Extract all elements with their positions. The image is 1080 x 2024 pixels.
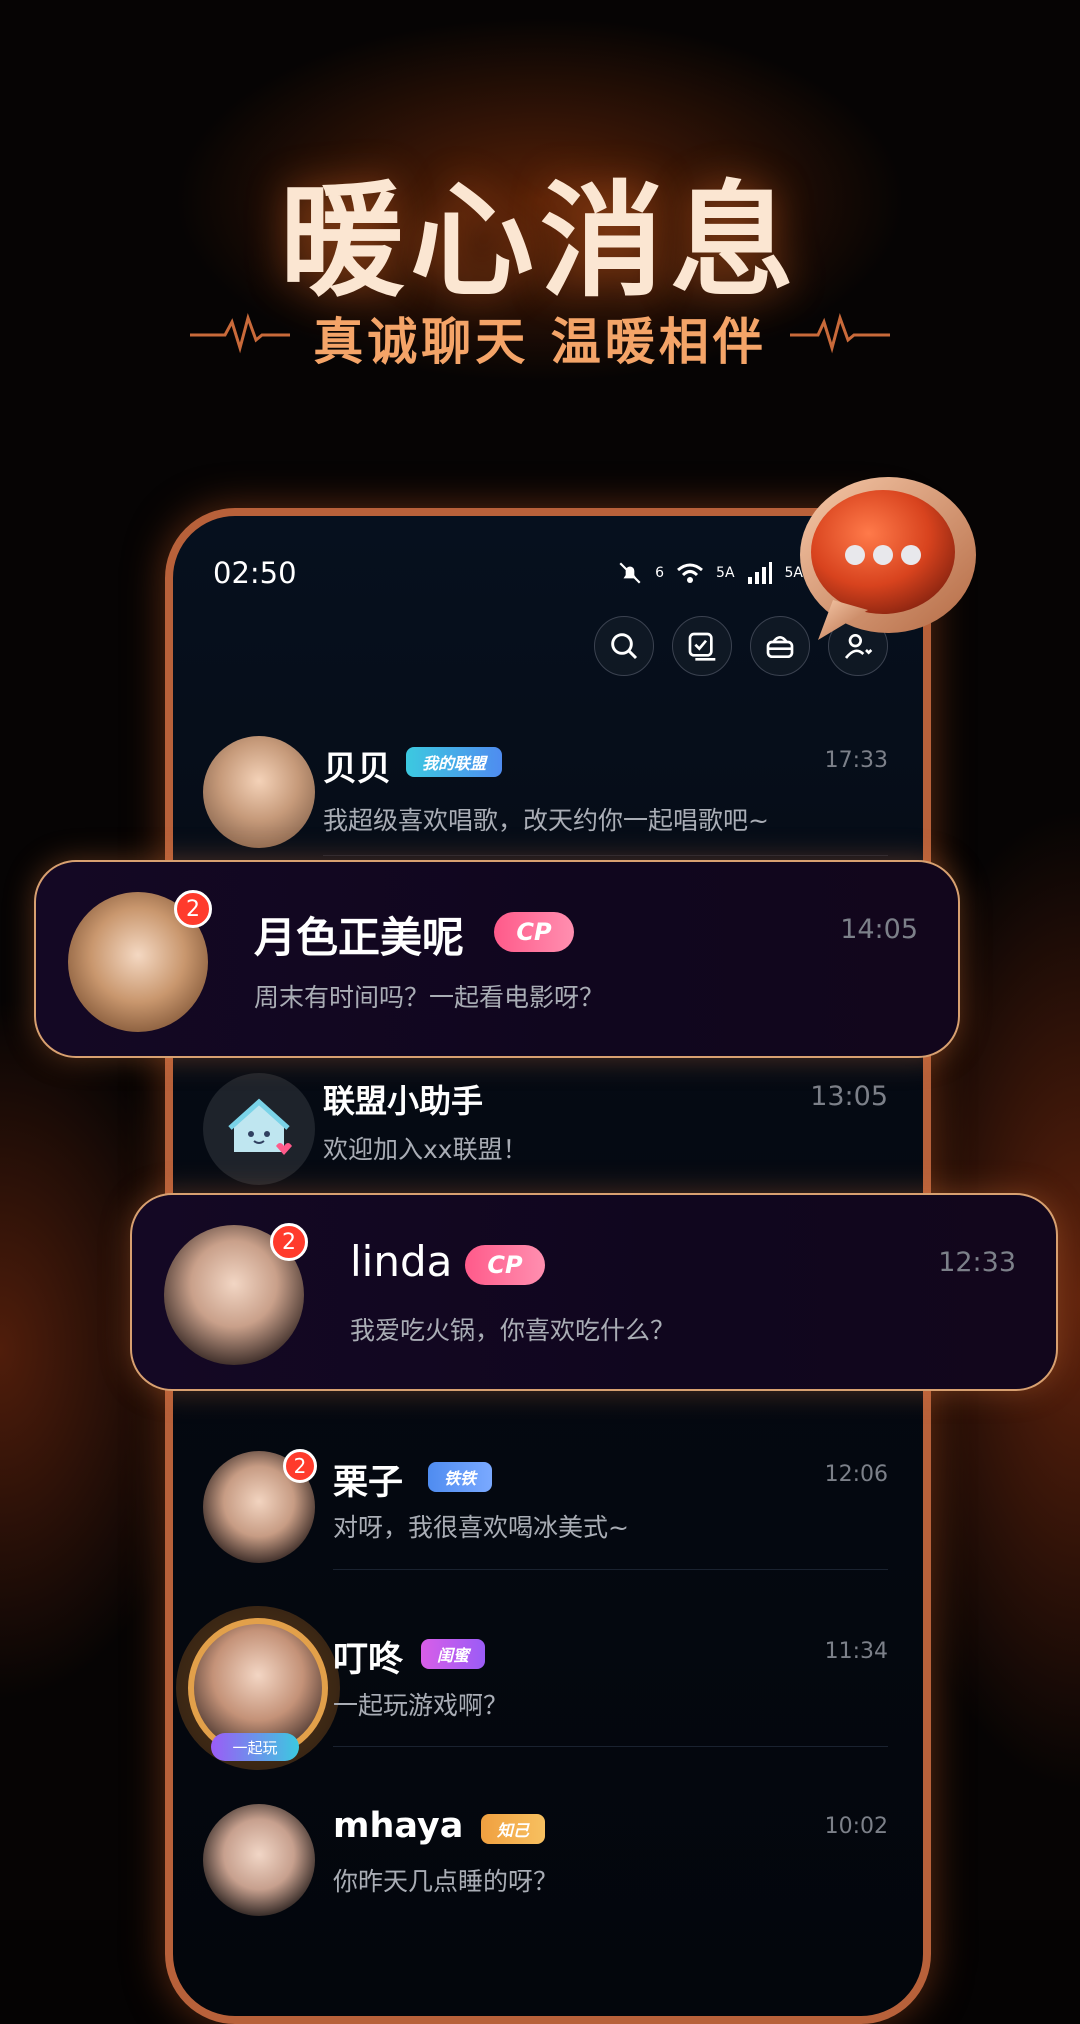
chat-name: 月色正美呢 — [254, 913, 465, 962]
mute-bell-icon — [619, 562, 641, 584]
checklist-icon — [688, 632, 716, 661]
chat-card-highlighted[interactable]: 2 月色正美呢 CP 14:05 周末有时间吗？一起看电影呀？ — [34, 860, 960, 1058]
chat-row[interactable]: 贝贝 我的联盟 17:33 我超级喜欢唱歌，改天约你一起唱歌吧~ — [173, 706, 923, 876]
divider — [333, 1569, 888, 1570]
chat-name: mhaya — [333, 1806, 464, 1846]
assistant-house-icon — [228, 1098, 292, 1155]
chat-name: 栗子 — [333, 1463, 404, 1503]
chat-message: 对呀，我很喜欢喝冰美式~ — [333, 1513, 629, 1542]
divider — [333, 1746, 888, 1747]
chat-message: 我爱吃火锅，你喜欢吃什么？ — [350, 1316, 676, 1345]
cp-tag: CP — [494, 912, 574, 952]
mark-read-button[interactable] — [672, 616, 732, 676]
chat-row[interactable]: 2 栗子 铁铁 12:06 对呀，我很喜欢喝冰美式~ — [173, 1421, 923, 1591]
network-label-2: 5A — [716, 565, 735, 581]
chat-message: 一起玩游戏啊？ — [333, 1691, 509, 1720]
chat-name: 联盟小助手 — [323, 1082, 484, 1120]
search-icon — [611, 633, 638, 660]
chat-name: linda — [350, 1237, 453, 1286]
chat-name: 贝贝 — [323, 749, 391, 789]
search-button[interactable] — [594, 616, 654, 676]
avatar — [203, 1073, 315, 1185]
chat-row[interactable]: mhaya 知己 10:02 你昨天几点睡的呀？ — [173, 1774, 923, 1944]
chat-row[interactable]: 联盟小助手 13:05 欢迎加入xx联盟！ — [173, 1043, 923, 1213]
chat-card-highlighted[interactable]: 2 linda CP 12:33 我爱吃火锅，你喜欢吃什么？ — [130, 1193, 1058, 1391]
headline: 暖心消息 — [279, 170, 800, 314]
subheadline: 真诚聊天 温暖相伴 — [313, 313, 767, 371]
chat-time: 14:05 — [840, 914, 918, 945]
unread-badge: 2 — [283, 1449, 317, 1483]
chat-bubble-icon — [800, 477, 976, 640]
chat-time: 11:34 — [824, 1639, 888, 1664]
unread-badge: 2 — [174, 890, 212, 928]
status-time: 02:50 — [213, 556, 297, 590]
chat-message: 周末有时间吗？一起看电影呀？ — [254, 983, 605, 1012]
chat-time: 13:05 — [810, 1081, 888, 1112]
cp-tag: CP — [465, 1245, 545, 1285]
divider — [323, 855, 888, 856]
avatar — [203, 1804, 315, 1916]
chat-time: 17:33 — [824, 748, 888, 773]
chat-row[interactable]: 一起玩 叮咚 闺蜜 11:34 一起玩游戏啊？ — [173, 1593, 923, 1770]
status-icons: 6 5A 5A — [617, 560, 803, 586]
network-label-1: 6 — [655, 565, 665, 581]
chat-message: 你昨天几点睡的呀？ — [333, 1867, 559, 1896]
unread-badge: 2 — [270, 1223, 308, 1261]
chat-name: 叮咚 — [333, 1640, 404, 1680]
chat-message: 我超级喜欢唱歌，改天约你一起唱歌吧~ — [323, 806, 769, 835]
waveform-right-icon — [790, 313, 890, 354]
avatar-status-label: 一起玩 — [211, 1733, 299, 1761]
chat-message: 欢迎加入xx联盟！ — [323, 1135, 528, 1164]
chat-time: 12:33 — [938, 1247, 1016, 1278]
relation-tag: 知己 — [481, 1814, 545, 1844]
wifi-icon — [677, 563, 703, 583]
avatar — [203, 736, 315, 848]
chat-time: 10:02 — [824, 1814, 888, 1839]
signal-icon — [747, 562, 772, 584]
relation-tag: 闺蜜 — [421, 1639, 485, 1669]
relation-tag: 我的联盟 — [406, 747, 502, 777]
relation-tag: 铁铁 — [428, 1462, 492, 1492]
chat-time: 12:06 — [824, 1462, 888, 1487]
